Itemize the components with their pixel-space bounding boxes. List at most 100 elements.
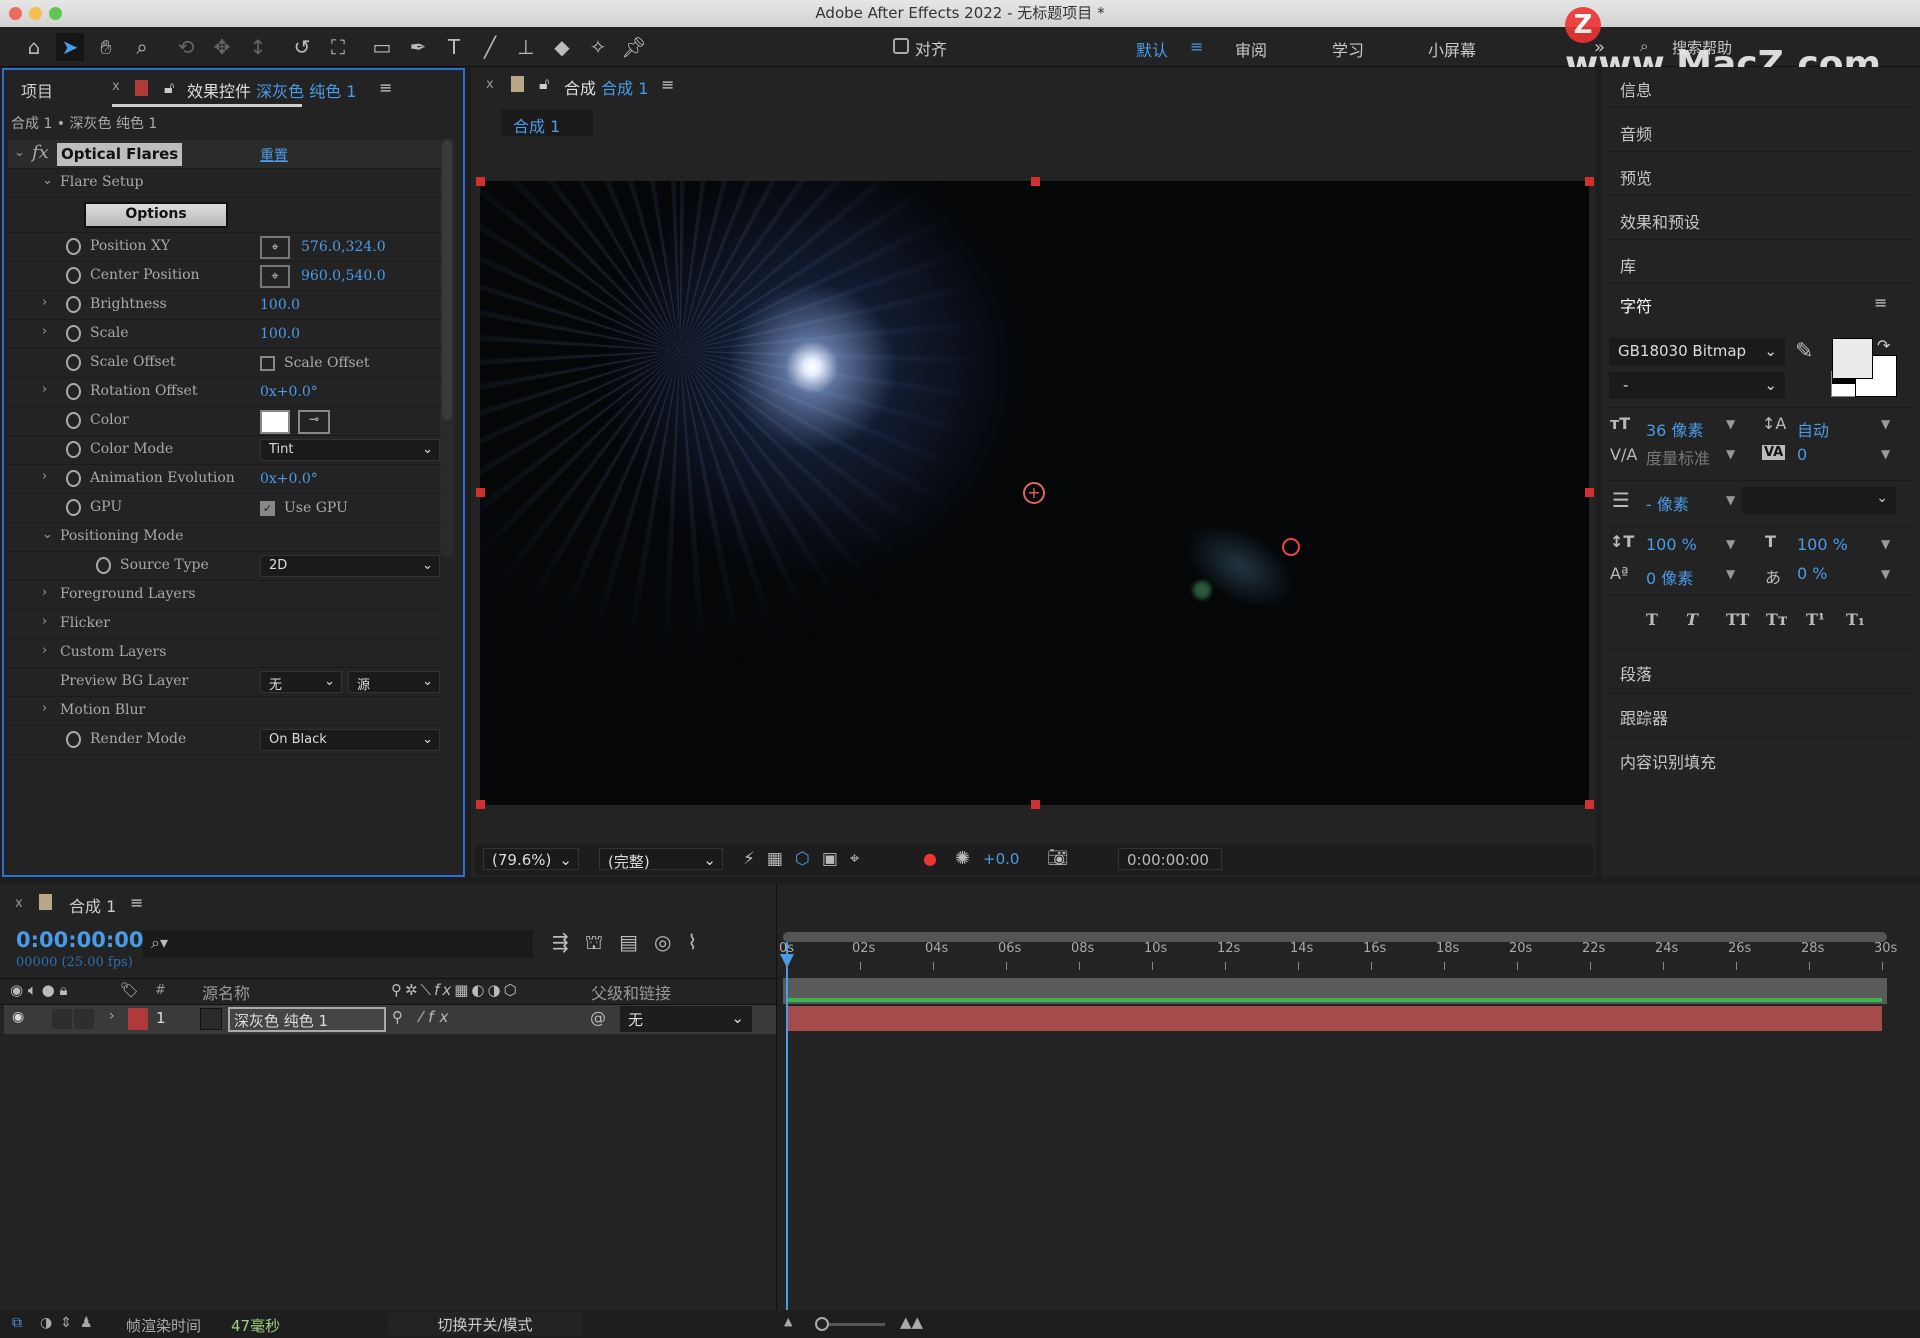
brush-icon[interactable]: ╱	[476, 33, 504, 61]
panel-item[interactable]: 预览	[1620, 165, 1652, 189]
panel-menu-icon[interactable]: ≡	[661, 75, 674, 94]
twirl-open-icon[interactable]: ⌄	[42, 173, 53, 188]
stopwatch-icon[interactable]	[66, 296, 81, 313]
font-family-select[interactable]: GB18030 Bitmap ⌄	[1609, 338, 1785, 365]
fill-color-swatch[interactable]	[1832, 338, 1873, 379]
layer-handle[interactable]	[1031, 177, 1040, 186]
crosshair-icon[interactable]: ⌖	[260, 236, 290, 259]
pen-icon[interactable]: ✒︎	[404, 33, 432, 61]
text-icon[interactable]: T	[440, 33, 468, 61]
composition-viewer[interactable]: +	[480, 181, 1589, 805]
twirl-closed-icon[interactable]: ›	[109, 1008, 115, 1024]
rectangle-icon[interactable]: ▭	[368, 33, 396, 61]
stopwatch-icon[interactable]	[66, 412, 81, 429]
layer-handle[interactable]	[1585, 800, 1594, 809]
playhead[interactable]	[786, 942, 788, 1310]
orbit-icon[interactable]: ⟲	[172, 33, 200, 61]
maximize-window-button[interactable]	[49, 7, 62, 20]
effect-name[interactable]: Optical Flares	[57, 143, 183, 166]
property-value[interactable]: 960.0,540.0	[301, 268, 386, 284]
dropdown-arrow-icon[interactable]: ▼	[1726, 537, 1735, 551]
vertical-scale-value[interactable]: 100 %	[1646, 535, 1697, 554]
font-style-select[interactable]: - ⌄	[1609, 372, 1785, 399]
workspace-small-screen[interactable]: 小屏幕	[1428, 37, 1476, 61]
lock-icon[interactable]: 🔓︎	[539, 74, 549, 94]
stopwatch-icon[interactable]	[66, 267, 81, 284]
snap-checkbox[interactable]	[893, 38, 909, 54]
baseline-shift-value[interactable]: 0 像素	[1646, 565, 1693, 589]
workspace-default[interactable]: 默认	[1136, 37, 1168, 61]
current-time-display[interactable]: 0:00:00:00	[1118, 848, 1222, 870]
layer-handle[interactable]	[476, 800, 485, 809]
selection-icon[interactable]: ➤	[56, 33, 84, 61]
property-select[interactable]: Tint ⌄	[260, 439, 440, 461]
pan-icon[interactable]: ✥	[208, 33, 236, 61]
home-icon[interactable]: ⌂	[20, 33, 48, 61]
close-window-button[interactable]	[9, 7, 22, 20]
panel-item[interactable]: 内容识别填充	[1620, 749, 1716, 773]
dropdown-arrow-icon[interactable]: ▼	[1881, 447, 1890, 461]
property-value[interactable]: 100.0	[260, 297, 300, 313]
layer-label-color[interactable]	[128, 1008, 148, 1030]
checkbox[interactable]	[260, 356, 275, 371]
column-parent[interactable]: 父级和链接	[591, 980, 671, 1004]
twirl-closed-icon[interactable]: ›	[42, 324, 47, 339]
stopwatch-icon[interactable]	[66, 354, 81, 371]
text-style-button[interactable]: T₁	[1846, 610, 1865, 629]
layer-handle[interactable]	[476, 488, 485, 497]
tab-effect-controls[interactable]: 效果控件 深灰色 纯色 1	[187, 78, 356, 102]
stopwatch-icon[interactable]	[66, 383, 81, 400]
exposure-value[interactable]: +0.0	[983, 850, 1019, 868]
pickwhip-icon[interactable]: @	[590, 1008, 606, 1027]
twirl-closed-icon[interactable]: ›	[42, 382, 47, 397]
tab-timeline-comp[interactable]: 合成 1	[69, 893, 116, 917]
zoom-in-icon[interactable]: ▲▲	[900, 1313, 923, 1331]
scrollbar[interactable]	[440, 138, 454, 558]
dropdown-arrow-icon[interactable]: ▼	[1726, 447, 1735, 461]
minimize-window-button[interactable]	[29, 7, 42, 20]
twirl-closed-icon[interactable]: ›	[42, 469, 47, 484]
twirl-open-icon[interactable]: ⌄	[14, 145, 25, 160]
property-select[interactable]: 2D ⌄	[260, 555, 440, 577]
dropdown-arrow-icon[interactable]: ▼	[1726, 567, 1735, 581]
snapshot-icon[interactable]: 📷︎	[1047, 848, 1069, 868]
stopwatch-icon[interactable]	[96, 557, 111, 574]
puppet-icon[interactable]: 📌︎	[620, 33, 648, 61]
layer-handle[interactable]	[1031, 800, 1040, 809]
panel-menu-icon[interactable]: ≡	[379, 78, 392, 97]
property-value[interactable]: 0x+0.0°	[260, 471, 318, 487]
close-tab-icon[interactable]: x	[112, 79, 120, 94]
leading-value[interactable]: 自动	[1797, 417, 1829, 441]
timeline-switch-icons[interactable]: ⇶⛫▤◎⌇	[552, 930, 713, 957]
swap-colors-icon[interactable]: ↷	[1877, 336, 1890, 355]
twirl-closed-icon[interactable]: ›	[42, 643, 47, 658]
layer-handle[interactable]	[1585, 488, 1594, 497]
toggle-switches-modes-button[interactable]: 切换开关/模式	[388, 1312, 582, 1335]
text-style-button[interactable]: Tт	[1766, 610, 1788, 629]
property-value[interactable]: 576.0,324.0	[301, 239, 386, 255]
layer-handle[interactable]	[476, 177, 485, 186]
stopwatch-icon[interactable]	[66, 238, 81, 255]
eraser-icon[interactable]: ◆	[548, 33, 576, 61]
dropdown-arrow-icon[interactable]: ▼	[1726, 493, 1735, 507]
twirl-open-icon[interactable]: ⌄	[42, 527, 53, 542]
status-icons[interactable]: ◑⇕♟	[40, 1315, 101, 1331]
layer-duration-bar[interactable]	[787, 1006, 1882, 1031]
tab-composition[interactable]: 合成 合成 1	[564, 75, 648, 99]
property-value[interactable]: 100.0	[260, 326, 300, 342]
lock-icon[interactable]: 🔓︎	[164, 78, 174, 98]
eyedropper-icon[interactable]: ⊸	[298, 410, 330, 434]
zoom-icon[interactable]: ⌕	[128, 33, 156, 61]
resolution-select[interactable]: (完整) ⌄	[599, 848, 723, 871]
panel-item[interactable]: 段落	[1620, 661, 1652, 685]
reset-link[interactable]: 重置	[260, 145, 288, 165]
panel-item[interactable]: 音频	[1620, 121, 1652, 145]
exposure-icon[interactable]: ✺	[955, 848, 970, 869]
dropdown-arrow-icon[interactable]: ▼	[1881, 567, 1890, 581]
workspace-learn[interactable]: 学习	[1332, 37, 1364, 61]
text-style-button[interactable]: TT	[1726, 610, 1749, 629]
tab-project[interactable]: 项目	[21, 78, 53, 102]
visibility-eye-icon[interactable]: ◉	[12, 1009, 24, 1025]
viewer-toggle-icons[interactable]: ⚡▦⬡▣⌖	[743, 849, 871, 869]
property-value[interactable]: 0x+0.0°	[260, 384, 318, 400]
